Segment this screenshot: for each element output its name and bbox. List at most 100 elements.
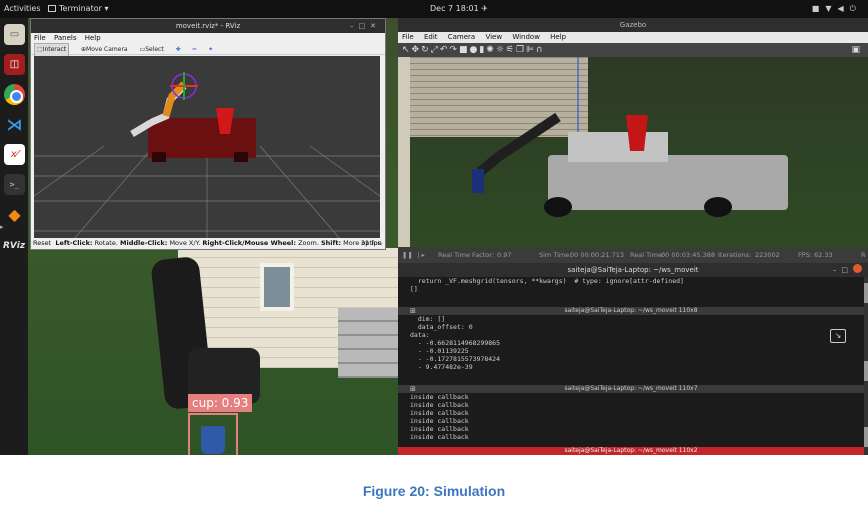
tool-settings-icon[interactable]: ✦	[208, 44, 213, 56]
step-button[interactable]: ❘▸	[416, 247, 425, 263]
hint-left-text: Rotate.	[94, 239, 118, 247]
select-tool[interactable]: ▭Select	[140, 44, 164, 56]
rviz-titlebar[interactable]: moveit.rviz* - RViz –□✕	[31, 19, 385, 33]
scroll-thumb[interactable]	[864, 427, 868, 447]
notification-icon: ✈	[481, 4, 488, 13]
system-tray[interactable]: ■▼◀⏻	[812, 4, 862, 14]
rtf-value: 0.97	[497, 251, 512, 259]
align-icon[interactable]: ⊫	[526, 45, 536, 55]
fps-label: FPS:	[798, 251, 812, 259]
rviz-toolbar: ⬚Interact ⊕Move Camera ▭Select ✚ ━ ✦	[31, 43, 385, 57]
maximize-icon[interactable]: □	[359, 22, 371, 30]
pane-title: saiteja@SaiTeja-Laptop: ~/ws_moveit 110x…	[564, 307, 698, 314]
spot-light-icon[interactable]: ☼	[496, 45, 506, 55]
files-icon[interactable]: ▭	[4, 24, 25, 45]
stack-icon[interactable]: ◆	[4, 204, 25, 225]
pause-button[interactable]: ❚❚	[402, 247, 413, 263]
pane-titlebar[interactable]: ⊞ saiteja@SaiTeja-Laptop: ~/ws_moveit 110…	[398, 307, 864, 315]
hint-shift-key: Shift:	[320, 239, 342, 247]
menu-file[interactable]: File	[34, 34, 46, 42]
sphere-shape-icon[interactable]: ●	[469, 45, 479, 55]
scroll-thumb[interactable]	[864, 361, 868, 381]
scale-mode-icon[interactable]: ⤢	[431, 45, 440, 55]
terminal-scrollbar[interactable]	[864, 277, 868, 455]
wheel	[234, 152, 248, 162]
add-tool-icon[interactable]: ✚	[176, 44, 181, 56]
screen-share-icon[interactable]: ↘	[830, 329, 846, 343]
close-icon[interactable]: ✕	[370, 22, 381, 30]
pane-titlebar[interactable]: ⊞ saiteja@SaiTeja-Laptop: ~/ws_moveit 110…	[398, 385, 864, 393]
detection-label: cup: 0.93	[188, 394, 253, 412]
box-shape-icon[interactable]: ■	[459, 45, 470, 55]
menu-window[interactable]: Window	[512, 33, 540, 41]
menu-help[interactable]: Help	[550, 33, 566, 41]
iterations-value: 223002	[755, 251, 780, 259]
hint-right-key: Right-Click/Mouse Wheel:	[202, 239, 297, 247]
gripped-cup	[472, 169, 484, 193]
rviz-window[interactable]: moveit.rviz* - RViz –□✕ File Panels Help…	[30, 18, 386, 250]
gazebo-window[interactable]: Gazebo File Edit Camera View Window Help…	[398, 18, 868, 263]
output-line: inside callback	[410, 409, 469, 417]
output-line: data:	[410, 331, 430, 339]
remove-tool-icon[interactable]: ━	[193, 44, 197, 56]
directional-light-icon[interactable]: ⚟	[506, 45, 516, 55]
interact-label: Interact	[42, 46, 67, 53]
sim-time-label: Sim Time:	[539, 251, 572, 259]
terminal-pane-bottom[interactable]: saiteja@SaiTeja-Laptop: ~/ws_moveit 110x…	[398, 447, 864, 455]
top-bar: Activities Terminator ▾ Dec 7 18:01 ✈ ■▼…	[0, 0, 868, 18]
terminal-pane-callback[interactable]: ⊞ saiteja@SaiTeja-Laptop: ~/ws_moveit 110…	[398, 385, 864, 447]
terminal-title: saiteja@SaiTeja-Laptop: ~/ws_moveit	[567, 266, 699, 274]
robot-app-icon[interactable]: ◫	[4, 54, 25, 75]
reset-button[interactable]: Reset	[33, 239, 51, 247]
redo-icon[interactable]: ↷	[449, 45, 459, 55]
translate-mode-icon[interactable]: ✥	[412, 45, 422, 55]
minimize-icon[interactable]: –	[350, 22, 359, 30]
point-light-icon[interactable]: ✺	[486, 45, 496, 55]
terminal-pane-top[interactable]: return _VF.meshgrid(tensors, **kwargs) #…	[398, 277, 864, 307]
gazebo-3d-view[interactable]	[398, 57, 868, 247]
terminal-titlebar[interactable]: saiteja@SaiTeja-Laptop: ~/ws_moveit –□	[398, 263, 868, 277]
real-time-label: Real Time:	[630, 251, 665, 259]
rviz-dock-label[interactable]: RViz	[3, 241, 25, 251]
clock[interactable]: Dec 7 18:01 ✈	[430, 4, 488, 13]
pane-titlebar-active[interactable]: saiteja@SaiTeja-Laptop: ~/ws_moveit 110x…	[398, 447, 864, 455]
rviz-3d-view[interactable]	[34, 56, 380, 239]
close-icon[interactable]	[853, 264, 862, 273]
detected-cup	[201, 426, 225, 454]
terminal-app-icon	[48, 5, 56, 12]
select-label: Select	[145, 46, 164, 53]
chrome-icon[interactable]	[4, 84, 25, 105]
menu-view[interactable]: View	[485, 33, 502, 41]
reset-time-button[interactable]: R	[861, 247, 866, 263]
terminal-icon[interactable]: >_	[4, 174, 25, 195]
menu-camera[interactable]: Camera	[448, 33, 475, 41]
vscode-icon[interactable]: ⋊	[4, 114, 25, 135]
gazebo-titlebar[interactable]: Gazebo	[398, 18, 868, 32]
gazebo-toolbar: ↖✥↻⤢↶↷■●▮✺☼⚟❐⊫∩ ▣	[398, 43, 868, 57]
activities-button[interactable]: Activities	[4, 4, 41, 13]
terminal-output: return _VF.meshgrid(tensors, **kwargs) #…	[398, 277, 864, 293]
maximize-icon[interactable]: □	[841, 266, 853, 274]
terminal-pane-topic[interactable]: ⊞ saiteja@SaiTeja-Laptop: ~/ws_moveit 110…	[398, 307, 864, 385]
app-menu[interactable]: Terminator ▾	[48, 4, 108, 13]
copy-icon[interactable]: ❐	[516, 45, 526, 55]
move-camera-tool[interactable]: ⊕Move Camera	[81, 44, 128, 56]
undo-icon[interactable]: ↶	[440, 45, 450, 55]
rotate-mode-icon[interactable]: ↻	[421, 45, 431, 55]
screenshot-icon[interactable]: ▣	[851, 43, 862, 57]
gazebo-statusbar: ❚❚ ❘▸ Real Time Factor: 0.97 Sim Time: 0…	[398, 247, 868, 263]
pane-title: saiteja@SaiTeja-Laptop: ~/ws_moveit 110x…	[564, 385, 698, 392]
menu-panels[interactable]: Panels	[54, 34, 77, 42]
snap-icon[interactable]: ∩	[536, 45, 545, 55]
hint-middle-text: Move X/Y.	[169, 239, 201, 247]
menu-file[interactable]: File	[402, 33, 414, 41]
output-line: []	[410, 285, 418, 293]
scroll-thumb[interactable]	[864, 283, 868, 303]
menu-edit[interactable]: Edit	[424, 33, 438, 41]
menu-help[interactable]: Help	[85, 34, 101, 42]
output-line: - -0.6628114968299865	[410, 339, 501, 347]
terminator-window[interactable]: saiteja@SaiTeja-Laptop: ~/ws_moveit –□ r…	[398, 263, 868, 455]
interact-tool[interactable]: ⬚Interact	[34, 43, 70, 57]
editor-icon[interactable]: x⁄	[4, 144, 25, 165]
select-mode-icon[interactable]: ↖	[402, 45, 412, 55]
